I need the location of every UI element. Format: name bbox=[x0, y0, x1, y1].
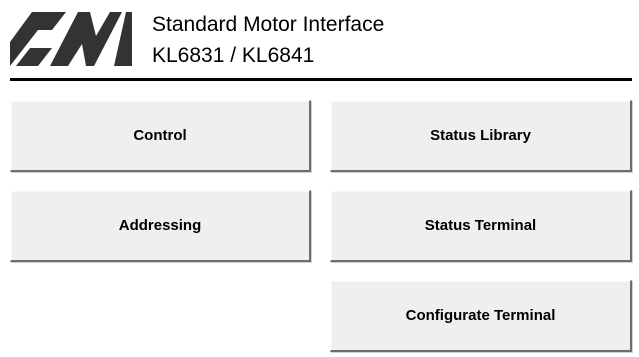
header-divider bbox=[10, 78, 632, 81]
header: Standard Motor Interface KL6831 / KL6841 bbox=[0, 0, 639, 82]
configurate-terminal-button[interactable]: Configurate Terminal bbox=[330, 280, 632, 352]
smi-logo-icon bbox=[10, 12, 132, 66]
status-library-button[interactable]: Status Library bbox=[330, 100, 632, 172]
status-terminal-button[interactable]: Status Terminal bbox=[330, 190, 632, 262]
control-button[interactable]: Control bbox=[10, 100, 311, 172]
page-title: Standard Motor Interface bbox=[152, 13, 385, 36]
addressing-button[interactable]: Addressing bbox=[10, 190, 311, 262]
page-subtitle: KL6831 / KL6841 bbox=[152, 44, 315, 67]
